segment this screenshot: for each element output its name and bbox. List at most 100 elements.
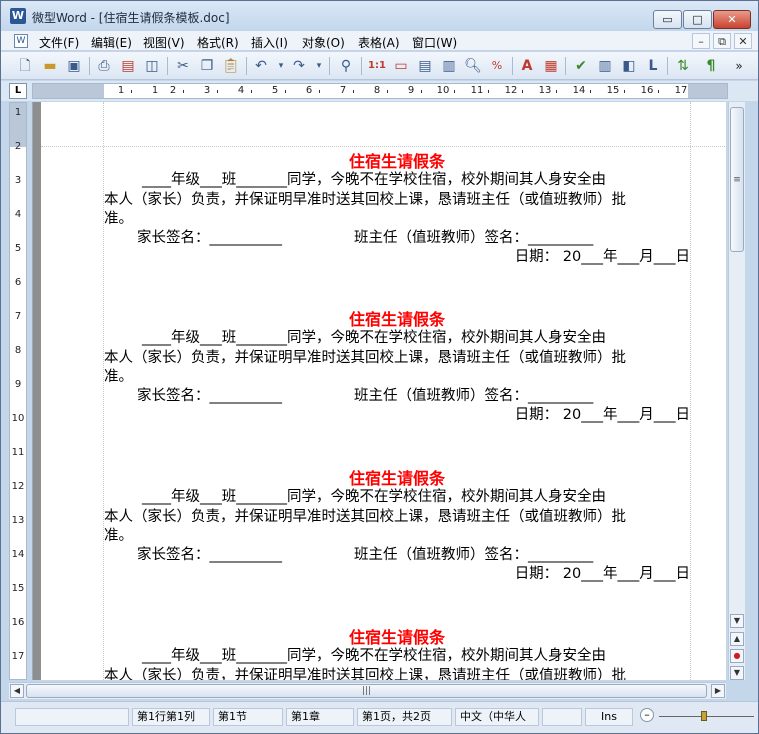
scroll-right-button[interactable]: ▶ bbox=[711, 684, 725, 698]
next-page-button[interactable]: ▼ bbox=[730, 666, 744, 680]
zoom-out-button[interactable]: – bbox=[640, 708, 654, 722]
vertical-scrollbar[interactable]: ≡ ▼ ▲ ● ▼ bbox=[728, 102, 745, 680]
vertical-ruler[interactable]: 1 2 3 4 5 6 7 8 9 10 11 12 13 14 15 16 1… bbox=[9, 102, 27, 680]
toolbar-separator bbox=[329, 57, 330, 75]
ruler-number: 16 bbox=[640, 85, 654, 96]
ruler-tick bbox=[217, 90, 218, 93]
menu-file[interactable]: 文件(F) bbox=[39, 34, 79, 51]
toolbar-separator bbox=[89, 57, 90, 75]
scroll-left-button[interactable]: ◀ bbox=[10, 684, 24, 698]
print-preview-icon[interactable]: ◫ bbox=[142, 56, 162, 76]
doc-close-button[interactable]: ✕ bbox=[734, 33, 752, 49]
ruler-number: 7 bbox=[14, 311, 22, 322]
redo-icon[interactable]: ↷ bbox=[289, 56, 309, 76]
ruler-number: 17 bbox=[11, 651, 25, 662]
layers-icon[interactable]: ◧ bbox=[619, 56, 639, 76]
toolbar-overflow-button[interactable]: » bbox=[729, 56, 749, 76]
leave-note-line: 本人（家长）负责，并保证明早准时送其回校上课，恳请班主任（或值班教师）批 bbox=[104, 668, 626, 680]
right-margin-guide bbox=[690, 102, 691, 680]
document-menu-icon[interactable]: W bbox=[14, 34, 28, 48]
ruler-number: 11 bbox=[470, 85, 484, 96]
leave-note-line: ____年级___班_______同学，今晚不在学校住宿，校外期间其人身安全由 bbox=[142, 330, 606, 346]
textbox-icon[interactable]: ▤ bbox=[415, 56, 435, 76]
top-margin-guide bbox=[41, 146, 726, 147]
toolbar-separator bbox=[667, 57, 668, 75]
close-button[interactable]: ✕ bbox=[713, 10, 751, 29]
document-area[interactable]: 住宿生请假条 ____年级___班_______同学，今晚不在学校住宿，校外期间… bbox=[32, 102, 726, 680]
copy-icon[interactable]: ❐ bbox=[197, 56, 217, 76]
redo-dropdown-icon[interactable]: ▾ bbox=[309, 56, 329, 76]
new-doc-icon[interactable]: 🗋 bbox=[15, 56, 35, 76]
minimize-button[interactable]: ▭ bbox=[653, 10, 682, 29]
bars-icon[interactable]: ▥ bbox=[595, 56, 615, 76]
menu-view[interactable]: 视图(V) bbox=[143, 34, 185, 51]
leave-note-date: 日期： 20___年___月___日 bbox=[514, 566, 690, 582]
horizontal-ruler[interactable]: 1 1 2 3 4 5 6 7 8 9 10 11 12 13 14 15 16… bbox=[32, 83, 728, 99]
undo-dropdown-icon[interactable]: ▾ bbox=[271, 56, 291, 76]
leave-note-line: ____年级___班_______同学，今晚不在学校住宿，校外期间其人身安全由 bbox=[142, 648, 606, 664]
maximize-button[interactable]: □ bbox=[683, 10, 712, 29]
open-folder-icon[interactable]: ▬ bbox=[40, 56, 60, 76]
scroll-down-button[interactable]: ▼ bbox=[730, 614, 744, 628]
undo-icon[interactable]: ↶ bbox=[251, 56, 271, 76]
font-color-icon[interactable]: A bbox=[517, 56, 537, 76]
horizontal-scrollbar[interactable]: ◀ ||| ▶ bbox=[9, 682, 726, 699]
text-icon[interactable]: L bbox=[643, 56, 663, 76]
horizontal-scroll-thumb[interactable]: ||| bbox=[26, 684, 707, 698]
ruler-number: 8 bbox=[14, 345, 22, 356]
menu-object[interactable]: 对象(O) bbox=[302, 34, 345, 51]
document-page[interactable]: 住宿生请假条 ____年级___班_______同学，今晚不在学校住宿，校外期间… bbox=[41, 102, 726, 680]
leave-note-line: 准。 bbox=[104, 528, 133, 544]
format-icon[interactable]: ▦ bbox=[541, 56, 561, 76]
ruler-number: 2 bbox=[169, 85, 177, 96]
word-app-icon[interactable]: W bbox=[10, 8, 26, 24]
leave-note-line: ____年级___班_______同学，今晚不在学校住宿，校外期间其人身安全由 bbox=[142, 172, 606, 188]
zoom-icon[interactable]: 🔍︎ bbox=[463, 56, 483, 76]
ruler-number: 4 bbox=[237, 85, 245, 96]
status-chapter: 第1章 bbox=[286, 708, 354, 726]
insert-field-icon[interactable]: 1:1 bbox=[367, 56, 387, 76]
menu-table[interactable]: 表格(A) bbox=[358, 34, 400, 51]
pdf-icon[interactable]: ▤ bbox=[118, 56, 138, 76]
teacher-signature: 班主任（值班教师）签名：_________ bbox=[354, 230, 594, 246]
status-insert-mode[interactable]: Ins bbox=[585, 708, 633, 726]
select-browse-object-button[interactable]: ● bbox=[730, 649, 744, 663]
save-icon[interactable]: ▣ bbox=[64, 56, 84, 76]
print-icon[interactable]: ⎙ bbox=[94, 56, 114, 76]
vertical-scroll-thumb[interactable]: ≡ bbox=[730, 107, 744, 252]
title-bar[interactable]: W 微型Word - [住宿生请假条模板.doc] ▭ □ ✕ bbox=[1, 1, 758, 31]
find-icon[interactable]: ⚲ bbox=[336, 56, 356, 76]
ruler-tick bbox=[353, 90, 354, 93]
ruler-number: 15 bbox=[11, 583, 25, 594]
ruler-tick bbox=[624, 90, 625, 93]
paste-icon[interactable]: 📋︎ bbox=[221, 56, 241, 76]
ruler-number: 4 bbox=[14, 209, 22, 220]
ruler-number: 11 bbox=[11, 447, 25, 458]
doc-restore-button[interactable]: ⧉ bbox=[713, 33, 731, 49]
spellcheck-icon[interactable]: ✔ bbox=[571, 56, 591, 76]
ruler-left-margin bbox=[33, 84, 104, 98]
previous-page-button[interactable]: ▲ bbox=[730, 632, 744, 646]
ruler-number: 12 bbox=[11, 481, 25, 492]
menu-edit[interactable]: 编辑(E) bbox=[91, 34, 132, 51]
ruler-tick bbox=[131, 90, 132, 93]
menu-insert[interactable]: 插入(I) bbox=[251, 34, 288, 51]
columns-icon[interactable]: ▥ bbox=[439, 56, 459, 76]
toolbar-separator bbox=[246, 57, 247, 75]
ruler-tick bbox=[454, 90, 455, 93]
menu-window[interactable]: 窗口(W) bbox=[412, 34, 457, 51]
menu-format[interactable]: 格式(R) bbox=[197, 34, 239, 51]
frame-icon[interactable]: ▭ bbox=[391, 56, 411, 76]
refresh-icon[interactable]: ⇅ bbox=[673, 56, 693, 76]
tab-stop-selector[interactable]: L bbox=[9, 83, 27, 99]
ruler-tick bbox=[556, 90, 557, 93]
doc-minimize-button[interactable]: – bbox=[692, 33, 710, 49]
paragraph-mark-icon[interactable]: ¶ bbox=[701, 56, 721, 76]
leave-note-line: 准。 bbox=[104, 211, 133, 227]
leave-note-line: 本人（家长）负责，并保证明早准时送其回校上课，恳请班主任（或值班教师）批 bbox=[104, 350, 626, 366]
leave-note-date: 日期： 20___年___月___日 bbox=[514, 249, 690, 265]
cut-icon[interactable]: ✂ bbox=[173, 56, 193, 76]
ruler-tick bbox=[183, 90, 184, 93]
zoom-slider-thumb[interactable] bbox=[701, 711, 707, 721]
percent-icon[interactable]: % bbox=[487, 56, 507, 76]
